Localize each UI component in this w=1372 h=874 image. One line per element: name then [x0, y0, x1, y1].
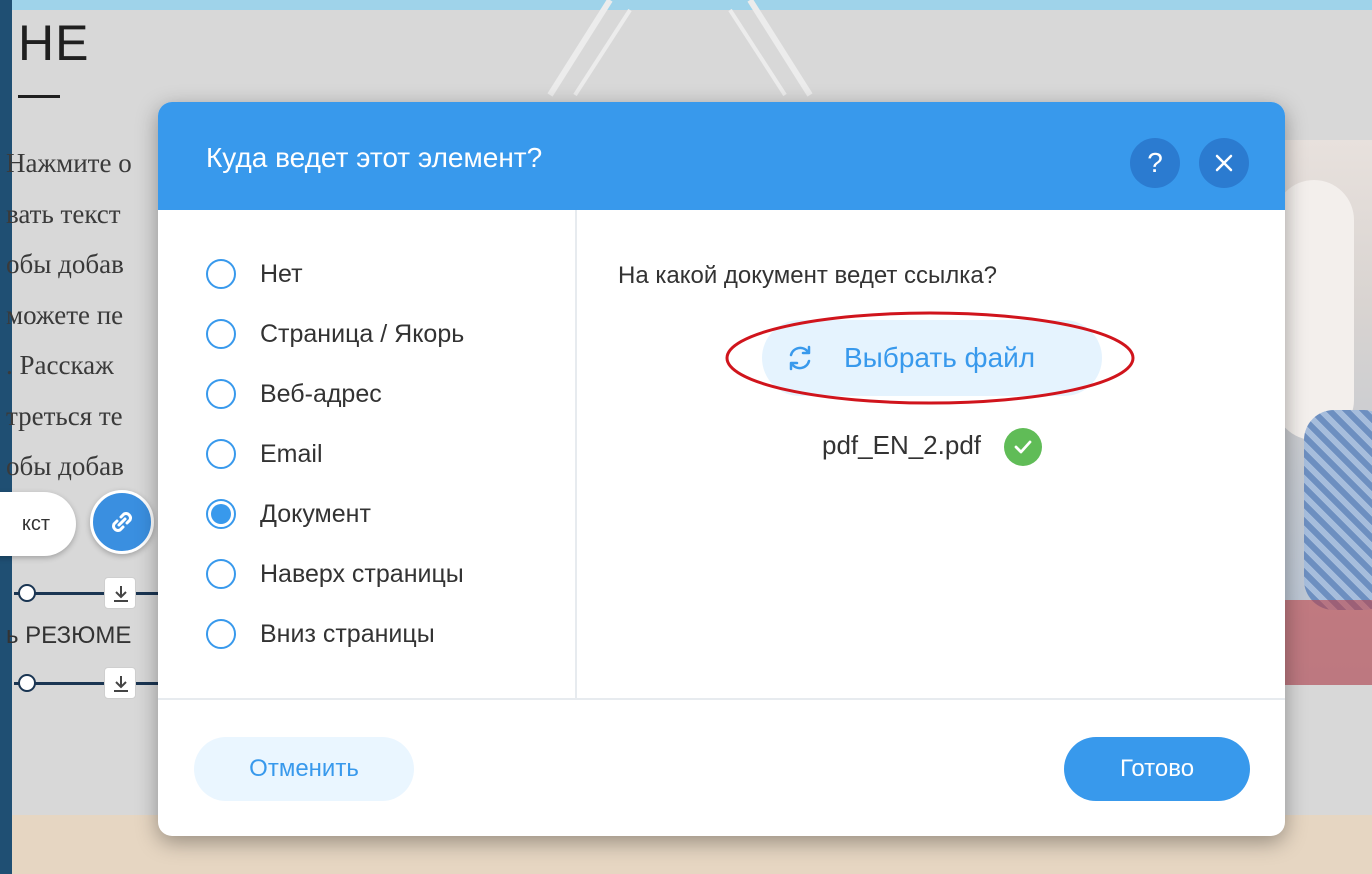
background-photo [1284, 140, 1372, 685]
option-label: Нет [260, 260, 303, 288]
link-button[interactable] [90, 490, 154, 554]
download-icon [114, 676, 128, 692]
option-label: Наверх страницы [260, 560, 464, 588]
background-paragraph: Нажмите о вать текст обы добав можете пе… [6, 138, 158, 492]
paragraph-line: треться те [6, 400, 123, 431]
option-label: Документ [260, 500, 371, 528]
slider-control[interactable] [14, 667, 159, 699]
checkmark-icon [1004, 428, 1042, 466]
close-button[interactable] [1199, 138, 1249, 188]
paragraph-line: . Расскаж [6, 350, 114, 380]
option-none[interactable]: Нет [206, 252, 546, 292]
dialog-header: Куда ведет этот элемент? ? [158, 102, 1285, 210]
option-page-anchor[interactable]: Страница / Якорь [206, 312, 546, 352]
download-button[interactable] [104, 577, 136, 609]
heading-rule [18, 95, 60, 98]
radio-button[interactable] [206, 559, 236, 589]
document-question: На какой документ ведет ссылка? [618, 262, 998, 289]
paragraph-line: обы добав [6, 451, 124, 481]
download-button[interactable] [104, 667, 136, 699]
radio-button[interactable] [206, 259, 236, 289]
option-label: Email [260, 440, 323, 468]
radio-button-selected[interactable] [206, 499, 236, 529]
photo-shape [1284, 600, 1372, 685]
background-decoration [547, 0, 813, 97]
paragraph-line: Нажмите о [6, 148, 132, 178]
paragraph-line: обы добав [6, 249, 124, 279]
slider-knob[interactable] [18, 674, 36, 692]
page-heading: НЕ [18, 15, 90, 71]
link-icon [112, 512, 132, 532]
option-email[interactable]: Email [206, 432, 546, 472]
radio-button[interactable] [206, 619, 236, 649]
radio-button[interactable] [206, 319, 236, 349]
close-icon [1215, 154, 1233, 172]
slider-knob[interactable] [18, 584, 36, 602]
paragraph-line: вать текст [6, 198, 121, 229]
cancel-button[interactable]: Отменить [194, 737, 414, 801]
file-name: pdf_EN_2.pdf [822, 430, 982, 460]
option-label: Веб-адрес [260, 380, 382, 408]
option-bottom-of-page[interactable]: Вниз страницы [206, 612, 546, 652]
edit-text-label: кст [21, 513, 50, 535]
paragraph-line: можете пе [6, 299, 124, 330]
done-button[interactable]: Готово [1064, 737, 1250, 801]
photo-shape [1304, 410, 1372, 610]
slider-control[interactable] [14, 577, 159, 609]
link-dialog: Куда ведет этот элемент? ? Нет Страница … [158, 102, 1285, 836]
panel-divider [575, 210, 577, 700]
edit-text-pill[interactable]: кст [0, 492, 76, 556]
footer-divider [158, 698, 1285, 700]
option-document[interactable]: Документ [206, 492, 546, 532]
annotation-highlight [725, 311, 1135, 405]
dialog-title: Куда ведет этот элемент? [206, 142, 543, 173]
photo-shape [1284, 180, 1354, 440]
option-web-address[interactable]: Веб-адрес [206, 372, 546, 412]
resume-label: ь РЕЗЮМЕ [6, 622, 132, 649]
option-label: Вниз страницы [260, 620, 435, 648]
download-icon [114, 586, 128, 602]
radio-button[interactable] [206, 379, 236, 409]
option-label: Страница / Якорь [260, 320, 465, 348]
option-top-of-page[interactable]: Наверх страницы [206, 552, 546, 592]
radio-button[interactable] [206, 439, 236, 469]
help-button[interactable]: ? [1130, 138, 1180, 188]
